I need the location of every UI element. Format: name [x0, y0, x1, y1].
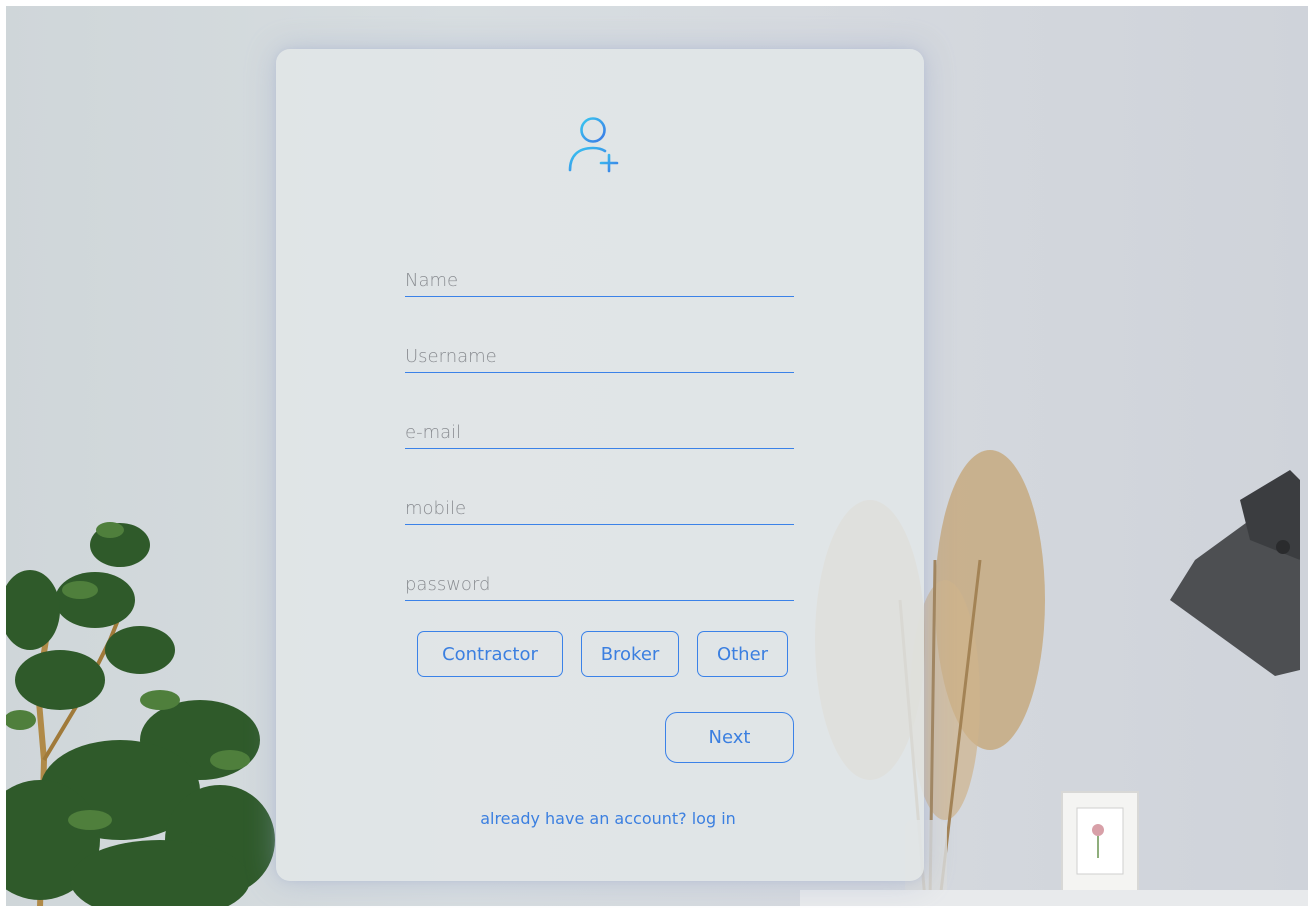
lamp-illustration [1170, 470, 1300, 676]
mobile-field-wrapper [405, 492, 794, 526]
picture-frame-illustration [1061, 791, 1139, 899]
password-field-wrapper [405, 568, 794, 602]
login-link[interactable]: already have an account? log in [440, 809, 776, 828]
plant-illustration [0, 522, 275, 908]
broker-role-button[interactable]: Broker [581, 631, 679, 677]
email-input[interactable] [405, 416, 794, 449]
background-scene: Contractor Broker Other Next already hav… [0, 0, 1308, 908]
image-border-top [0, 0, 1308, 6]
name-field-wrapper [405, 264, 794, 298]
next-button[interactable]: Next [665, 712, 794, 763]
add-user-icon [568, 117, 619, 173]
name-input[interactable] [405, 264, 794, 297]
email-field-wrapper [405, 416, 794, 450]
contractor-role-button[interactable]: Contractor [417, 631, 563, 677]
username-input[interactable] [405, 340, 794, 373]
username-field-wrapper [405, 340, 794, 374]
image-border-left [0, 0, 6, 908]
other-role-button[interactable]: Other [697, 631, 788, 677]
mobile-input[interactable] [405, 492, 794, 525]
password-input[interactable] [405, 568, 794, 601]
